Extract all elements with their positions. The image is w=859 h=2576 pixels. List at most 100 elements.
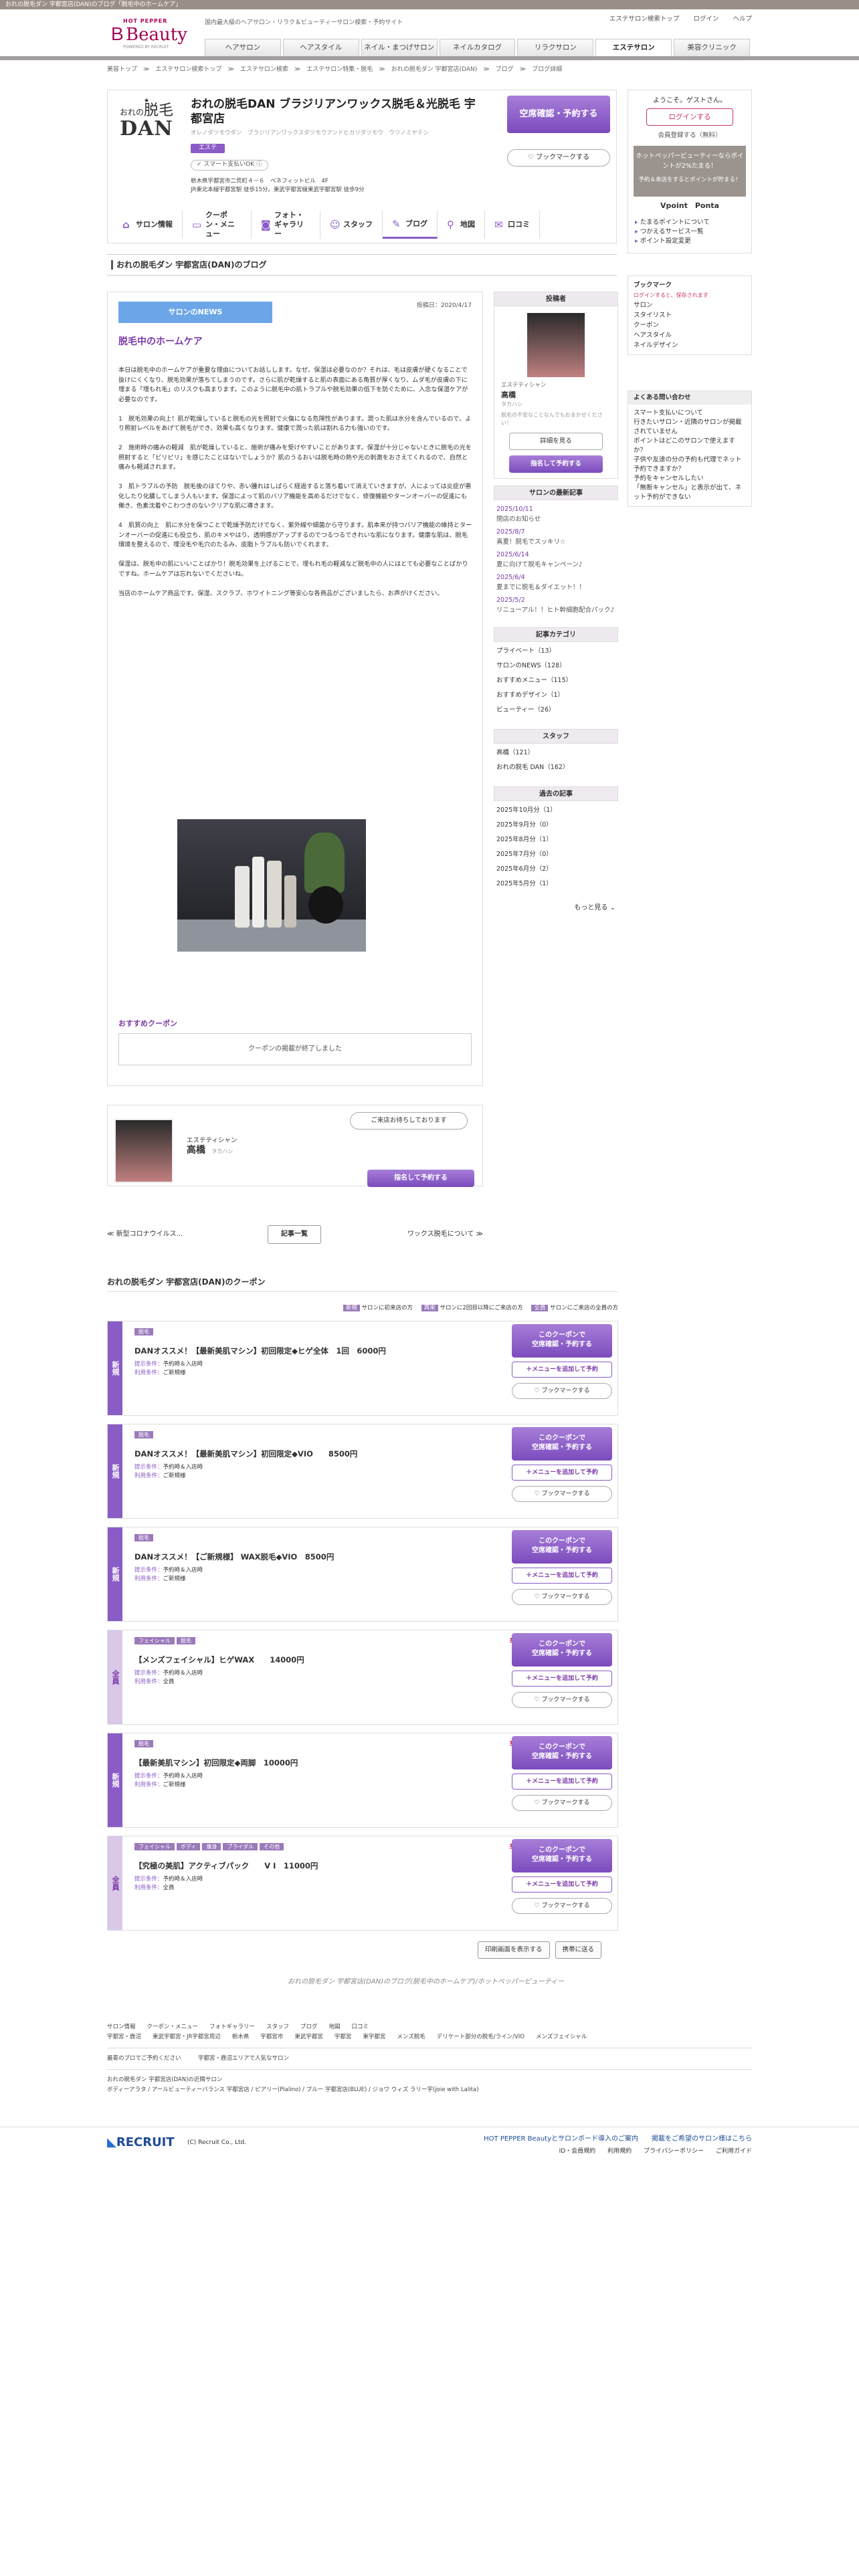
add-menu-reserve-button[interactable]: ＋メニューを追加して予約 bbox=[512, 1876, 612, 1893]
footer-nearby-links[interactable]: ボディーアラタ / アールビューティーバランス 宇都宮店 / ピアリー(Pial… bbox=[107, 2085, 752, 2095]
tab-staff[interactable]: ☺ スタッフ bbox=[320, 211, 383, 239]
faq-item[interactable]: 予約をキャンセルしたい bbox=[634, 474, 746, 484]
register-link[interactable]: 会員登録する（無料） bbox=[628, 131, 751, 140]
bookmark-item[interactable]: クーポン bbox=[634, 320, 746, 330]
category-link[interactable]: おすすめメニュー（115） bbox=[496, 675, 615, 685]
add-menu-reserve-button[interactable]: ＋メニューを追加して予約 bbox=[512, 1670, 612, 1687]
category-link[interactable]: ビューティー（26） bbox=[496, 705, 615, 715]
footer-area-links[interactable]: 宇都宮・鹿沼 東武宇都宮・JR宇都宮周辺 栃木県 宇都宮市 東武宇都宮 宇都宮 … bbox=[107, 2032, 752, 2042]
point-link[interactable]: ポイント設定変更 bbox=[635, 237, 745, 246]
print-button[interactable]: 印刷画面を表示する bbox=[478, 1941, 550, 1959]
detail-button[interactable]: 詳細を見る bbox=[509, 433, 603, 451]
nav-nail[interactable]: ネイル・まつげサロン bbox=[361, 39, 438, 56]
add-menu-reserve-button[interactable]: ＋メニューを追加して予約 bbox=[512, 1361, 612, 1378]
archive-link[interactable]: 2025年10月分（1） bbox=[496, 805, 615, 815]
nav-hairstyle[interactable]: ヘアスタイル bbox=[282, 39, 359, 56]
add-menu-reserve-button[interactable]: ＋メニューを追加して予約 bbox=[512, 1567, 612, 1584]
smart-pay-badge[interactable]: ✓ スマート支払いOK ⓘ bbox=[191, 160, 269, 171]
footer-salon-links[interactable]: サロン情報 クーポン・メニュー フォトギャラリー スタッフ ブログ 地図 口コミ bbox=[107, 2022, 752, 2032]
header-link-login[interactable]: ログイン bbox=[693, 15, 719, 23]
archive-link[interactable]: 2025年6月分（2） bbox=[496, 864, 615, 874]
recruit-logo[interactable]: ◣RECRUIT bbox=[107, 2133, 175, 2151]
login-button[interactable]: ログインする bbox=[646, 108, 733, 126]
add-menu-reserve-button[interactable]: ＋メニューを追加して予約 bbox=[512, 1464, 612, 1481]
coupon-bookmark-button[interactable]: ♡ ブックマークする bbox=[512, 1691, 612, 1708]
bookmark-item[interactable]: サロン bbox=[634, 300, 746, 310]
coupon-bookmark-button[interactable]: ♡ ブックマークする bbox=[512, 1382, 612, 1399]
coupon-reserve-button[interactable]: このクーポンで 空席確認・予約する bbox=[512, 1735, 612, 1769]
staff-link[interactable]: おれの脱毛 DAN（162） bbox=[496, 762, 615, 772]
bookmark-item[interactable]: ヘアスタイル bbox=[634, 330, 746, 340]
bookmark-button[interactable]: ♡ ブックマークする bbox=[507, 149, 610, 167]
faq-item[interactable]: スマート支払いについて bbox=[634, 409, 746, 418]
nav-hair[interactable]: ヘアサロン bbox=[205, 39, 281, 56]
archive-link[interactable]: 2025年5月分（1） bbox=[496, 879, 615, 889]
coupon-reserve-button[interactable]: このクーポンで 空席確認・予約する bbox=[512, 1632, 612, 1667]
poster-name[interactable]: 高橋 bbox=[494, 390, 617, 401]
recent-post-link[interactable]: 夏までに脱毛＆ダイエット！！ bbox=[496, 582, 615, 593]
more-link[interactable]: もっと見る ⌄ bbox=[494, 903, 618, 913]
category-title: 記事カテゴリ bbox=[494, 627, 618, 643]
tab-review[interactable]: ✉ 口コミ bbox=[485, 211, 540, 239]
send-mobile-button[interactable]: 携帯に送る bbox=[555, 1941, 602, 1959]
stylist-name[interactable]: 高橋 bbox=[187, 1145, 205, 1156]
category-link[interactable]: おすすめデザイン（1） bbox=[496, 690, 615, 700]
coupon-bookmark-button[interactable]: ♡ ブックマークする bbox=[512, 1588, 612, 1605]
staff-icon: ☺ bbox=[330, 219, 341, 231]
tab-blog[interactable]: ✎ ブログ bbox=[383, 211, 438, 239]
nav-nailcatalog[interactable]: ネイルカタログ bbox=[439, 39, 516, 56]
coupon-type-badge: 新規 bbox=[108, 1424, 122, 1518]
coupon-reserve-button[interactable]: このクーポンで 空席確認・予約する bbox=[512, 1426, 612, 1461]
point-link[interactable]: つかえるサービス一覧 bbox=[635, 227, 745, 237]
tab-map[interactable]: ⚲ 地図 bbox=[438, 211, 485, 239]
footer-link-row[interactable]: HOT PEPPER Beautyとサロンボード導入のご案内 掲載をご希望のサロ… bbox=[484, 2133, 752, 2145]
archive-link[interactable]: 2025年8月分（1） bbox=[496, 835, 615, 845]
tab-salon-info[interactable]: ⌂ サロン情報 bbox=[113, 211, 183, 239]
coupon-reserve-button[interactable]: このクーポンで 空席確認・予約する bbox=[512, 1529, 612, 1564]
coupon-bookmark-button[interactable]: ♡ ブックマークする bbox=[512, 1794, 612, 1811]
coupon-icon: ▭ bbox=[192, 219, 202, 231]
prev-post-link[interactable]: ≪ 新型コロナウイルス... bbox=[107, 1229, 183, 1239]
poster-reserve-button[interactable]: 指名して予約する bbox=[509, 455, 603, 473]
recent-post-link[interactable]: 閉店のお知らせ bbox=[496, 514, 615, 524]
coupon-reserve-button[interactable]: このクーポンで 空席確認・予約する bbox=[512, 1838, 612, 1872]
recent-post-link[interactable]: 真夏！脱毛でスッキリ☆ bbox=[496, 537, 615, 547]
category-link[interactable]: サロンのNEWS（128） bbox=[496, 661, 615, 671]
tab-photo[interactable]: ◙ フォト・ギャラリー bbox=[252, 211, 320, 239]
footer-popular-links[interactable]: 最寄のプロでご予約ください 宇都宮・鹿沼エリアで人気なサロン bbox=[107, 2054, 752, 2064]
recent-post-link[interactable]: リニューアル！！ヒト幹細胞配合パック♪ bbox=[496, 605, 615, 615]
coupon-bookmark-button[interactable]: ♡ ブックマークする bbox=[512, 1897, 612, 1914]
bookmark-item[interactable]: スタイリスト bbox=[634, 310, 746, 320]
faq-item[interactable]: 「無断キャンセル」と表示が出て、ネット予約ができない bbox=[634, 484, 746, 502]
bookmark-item[interactable]: ネイルデザイン bbox=[634, 340, 746, 350]
coupon-bookmark-button[interactable]: ♡ ブックマークする bbox=[512, 1485, 612, 1502]
archive-link[interactable]: 2025年9月分（0） bbox=[496, 820, 615, 830]
post-list-button[interactable]: 記事一覧 bbox=[268, 1225, 321, 1244]
staff-link[interactable]: 高橋（121） bbox=[496, 748, 615, 758]
hotpepper-beauty-logo[interactable]: HOT PEPPER ＢBeauty POWERED BY RECRUIT bbox=[107, 17, 187, 55]
blog-category[interactable]: サロンのNEWS bbox=[118, 302, 272, 323]
next-post-link[interactable]: ワックス脱毛について ≫ bbox=[407, 1229, 483, 1239]
tab-coupon[interactable]: ▭ クーポン・メニュー bbox=[183, 211, 252, 239]
nav-clinic[interactable]: 美容クリニック bbox=[674, 39, 751, 56]
faq-item[interactable]: ポイントはどこのサロンで使えますか？ bbox=[634, 437, 746, 455]
reserve-button[interactable]: 空席確認・予約する bbox=[507, 96, 610, 133]
coupon-card: 全員 フェイシャルボディ痩身ブライダルその他 ¥11,000 【究極の美肌】アク… bbox=[107, 1835, 618, 1931]
coupon-reserve-button[interactable]: このクーポンで 空席確認・予約する bbox=[512, 1323, 612, 1358]
cond-label: 利用条件： bbox=[134, 1369, 163, 1376]
category-link[interactable]: プライベート（13） bbox=[496, 646, 615, 656]
faq-item[interactable]: 子供や友達の分の予約も代理でネット予約できますか？ bbox=[634, 455, 746, 474]
staff-title: スタッフ bbox=[494, 729, 618, 744]
nav-relax[interactable]: リラクサロン bbox=[517, 39, 594, 56]
archive-link[interactable]: 2025年7月分（0） bbox=[496, 849, 615, 859]
header-link-help[interactable]: ヘルプ bbox=[733, 15, 752, 23]
point-link[interactable]: たまるポイントについて bbox=[635, 218, 745, 227]
nav-esthe[interactable]: エステサロン bbox=[595, 39, 672, 56]
faq-item[interactable]: 行きたいサロン・近隣のサロンが掲載されていません bbox=[634, 418, 746, 437]
recent-post-link[interactable]: 夏に向けて脱毛キャンペーン♪ bbox=[496, 560, 615, 570]
footer-link-row[interactable]: ID・会員規約 利用規約 プライバシーポリシー ご利用ガイド bbox=[484, 2145, 752, 2157]
header-link-search[interactable]: エステサロン検索トップ bbox=[609, 15, 680, 23]
breadcrumb[interactable]: 美容トップ ≫ エステサロン検索トップ ≫ エステサロン検索 ≫ エステサロン特… bbox=[107, 66, 562, 75]
nominate-reserve-button[interactable]: 指名して予約する bbox=[367, 1170, 474, 1187]
add-menu-reserve-button[interactable]: ＋メニューを追加して予約 bbox=[512, 1773, 612, 1790]
